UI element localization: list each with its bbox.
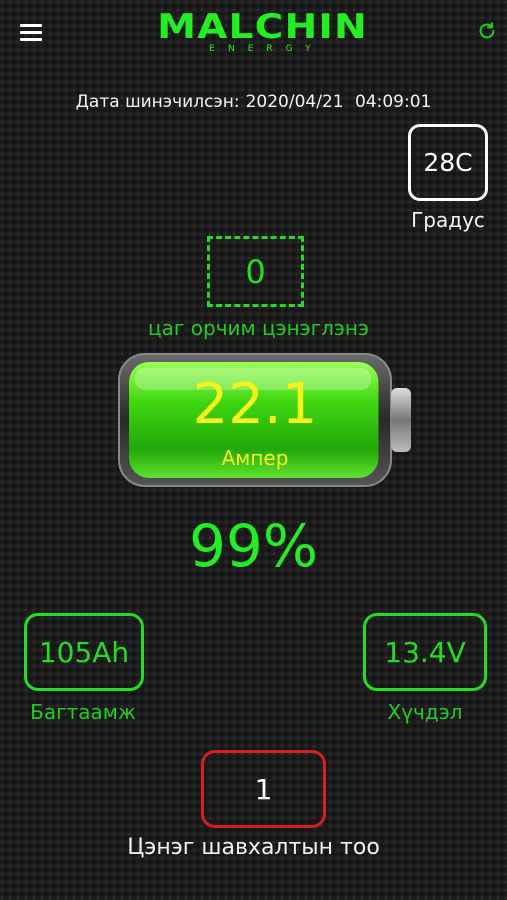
voltage-box: 13.4V — [363, 613, 487, 691]
last-updated-time: 04:09:01 — [354, 92, 432, 112]
refresh-icon[interactable] — [476, 20, 498, 42]
capacity-value: 105Ah — [38, 635, 130, 669]
charge-cycles-value: 1 — [254, 772, 273, 806]
capacity-label: Багтаамж — [30, 700, 136, 724]
temperature-value: 28C — [423, 148, 473, 177]
temperature-box: 28C — [408, 124, 488, 201]
charge-cycles-box: 1 — [201, 750, 326, 828]
capacity-box: 105Ah — [24, 613, 144, 691]
last-updated-label: Дата шинэчилсэн: — [75, 92, 240, 112]
state-of-charge-percent: 99% — [189, 512, 318, 580]
charge-hours-label: цаг орчим цэнэглэнэ — [148, 316, 369, 340]
current-value: 22.1 — [192, 372, 318, 437]
temperature-label: Градус — [411, 208, 485, 232]
voltage-value: 13.4V — [384, 635, 466, 669]
charge-hours-value: 0 — [245, 252, 266, 291]
hamburger-menu-icon[interactable] — [20, 24, 42, 42]
last-updated-date: 2020/04/21 — [245, 92, 344, 112]
logo-main-text: MALCHIN — [157, 7, 368, 47]
app-logo: MALCHIN ENERGY — [145, 8, 380, 54]
charge-cycles-label: Цэнэг шавхалтын тоо — [127, 835, 380, 860]
current-label: Ампер — [221, 446, 289, 470]
voltage-label: Хүчдэл — [387, 700, 463, 724]
charge-hours-box: 0 — [207, 236, 304, 307]
last-updated-line: Дата шинэчилсэн: 2020/04/21 04:09:01 — [0, 92, 507, 112]
